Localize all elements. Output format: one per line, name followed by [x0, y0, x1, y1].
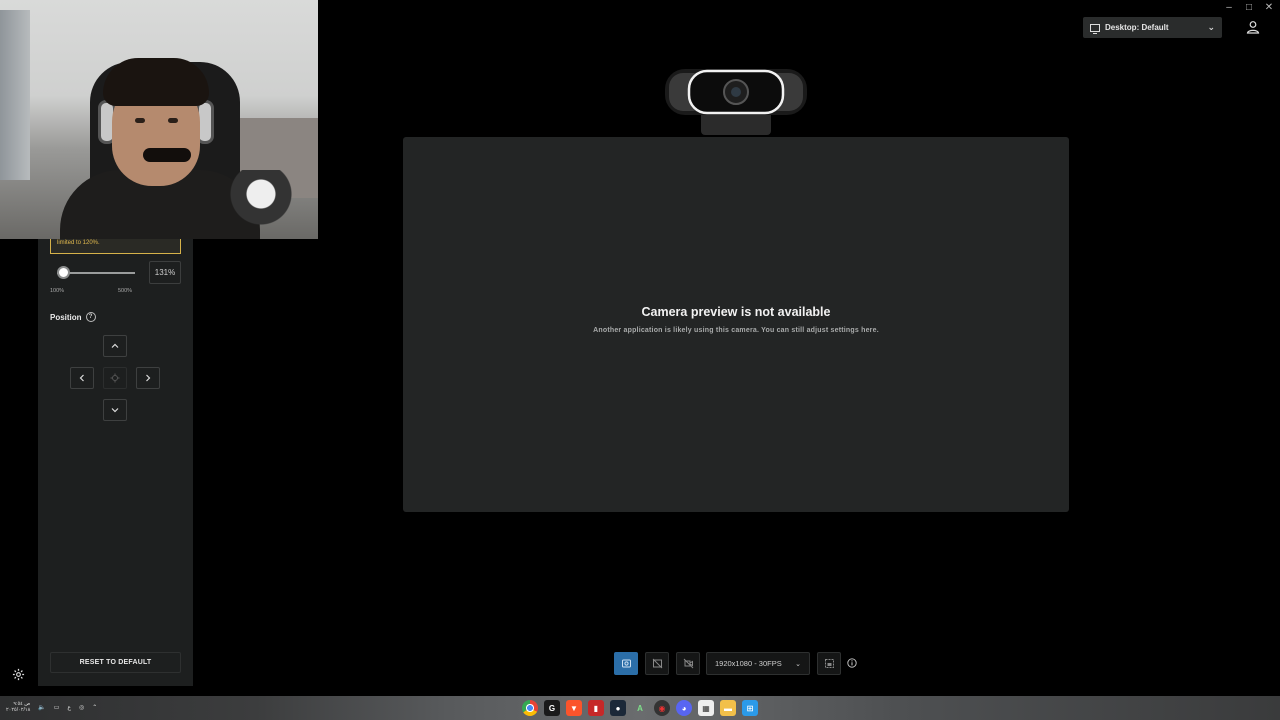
discord-icon[interactable]: ◕: [676, 700, 692, 716]
video-toggle-button[interactable]: [676, 652, 700, 675]
preview-unavailable-subtitle: Another application is likely using this…: [593, 327, 879, 334]
reset-to-default-button[interactable]: RESET TO DEFAULT: [50, 652, 181, 673]
camera-icon: [621, 659, 631, 668]
chevron-down-icon: [111, 408, 119, 413]
user-account-icon[interactable]: [1246, 20, 1260, 34]
chevron-down-icon: ⌄: [795, 660, 801, 668]
network-icon[interactable]: ▭: [54, 704, 60, 711]
zoom-min-label: 100%: [50, 288, 65, 294]
image-toggle-button[interactable]: [645, 652, 669, 675]
help-icon[interactable]: ?: [85, 312, 96, 322]
position-center-button[interactable]: [103, 367, 127, 389]
language-indicator[interactable]: ع: [67, 704, 71, 711]
tray-app-icon[interactable]: ◎: [79, 704, 84, 711]
position-up-button[interactable]: [103, 335, 127, 357]
window-controls: – □ ✕: [1224, 2, 1274, 14]
webcam-overlay-image: [0, 0, 318, 239]
position-left-button[interactable]: [70, 367, 94, 389]
zoom-warning: limited to 120%.: [50, 239, 181, 254]
app-a-icon[interactable]: A: [632, 700, 648, 716]
chevron-up-icon: [111, 343, 119, 348]
taskbar: ص ٩:٥٤ ٢٠٢٥/٠٢/١٨ 🔈 ▭ ع ◎ ⌃ G ▼ ▮ ● A ◉ …: [0, 696, 1280, 720]
position-right-button[interactable]: [136, 367, 160, 389]
position-down-button[interactable]: [103, 399, 127, 421]
taskbar-tray: ص ٩:٥٤ ٢٠٢٥/٠٢/١٨ 🔈 ▭ ع ◎ ⌃: [6, 701, 97, 713]
chevron-down-icon: ⌄: [1207, 22, 1215, 32]
settings-panel: limited to 120%. 100% 500% 131% Position…: [38, 239, 193, 686]
folder-icon[interactable]: ▬: [720, 700, 736, 716]
maximize-button[interactable]: □: [1244, 2, 1254, 14]
zoom-value-field[interactable]: 131%: [149, 261, 181, 284]
resolution-label: 1920x1080 - 30FPS: [715, 659, 782, 668]
webcam-device-image: [665, 69, 807, 135]
zoom-max-label: 500%: [118, 288, 133, 294]
crosshair-icon: [110, 373, 120, 383]
brave-icon[interactable]: ▼: [566, 700, 582, 716]
taskbar-clock[interactable]: ص ٩:٥٤ ٢٠٢٥/٠٢/١٨: [6, 701, 30, 713]
gear-icon[interactable]: [12, 668, 25, 681]
logitech-icon[interactable]: G: [544, 700, 560, 716]
close-button[interactable]: ✕: [1264, 2, 1274, 14]
app-red-icon[interactable]: ▮: [588, 700, 604, 716]
app-record-icon[interactable]: ◉: [654, 700, 670, 716]
volume-icon[interactable]: 🔈: [38, 704, 45, 711]
minimize-button[interactable]: –: [1224, 2, 1234, 14]
chevron-up-icon[interactable]: ⌃: [92, 704, 97, 711]
monitor-icon: [1090, 23, 1100, 34]
image-off-icon: [652, 658, 662, 669]
lock-screen-icon: [824, 659, 834, 668]
preview-unavailable-title: Camera preview is not available: [641, 305, 831, 319]
app-calendar-icon[interactable]: ▦: [698, 700, 714, 716]
info-icon[interactable]: [847, 658, 857, 668]
chevron-left-icon: [79, 374, 84, 382]
store-icon[interactable]: ⊞: [742, 700, 758, 716]
camera-mode-button[interactable]: [614, 652, 638, 675]
resolution-dropdown[interactable]: 1920x1080 - 30FPS ⌄: [706, 652, 810, 675]
taskbar-apps: G ▼ ▮ ● A ◉ ◕ ▦ ▬ ⊞: [522, 700, 758, 716]
video-off-icon: [683, 658, 693, 669]
zoom-slider-handle[interactable]: [56, 266, 70, 279]
profile-label: Desktop: Default: [1105, 23, 1169, 32]
position-label: Position: [50, 312, 82, 322]
lock-settings-button[interactable]: [817, 652, 841, 675]
chevron-right-icon: [146, 374, 151, 382]
profile-dropdown[interactable]: Desktop: Default ⌄: [1083, 17, 1222, 38]
steam-icon[interactable]: ●: [610, 700, 626, 716]
camera-preview-area: Camera preview is not available Another …: [403, 137, 1069, 512]
position-heading: Position ?: [50, 312, 96, 322]
chrome-icon[interactable]: [522, 700, 538, 716]
